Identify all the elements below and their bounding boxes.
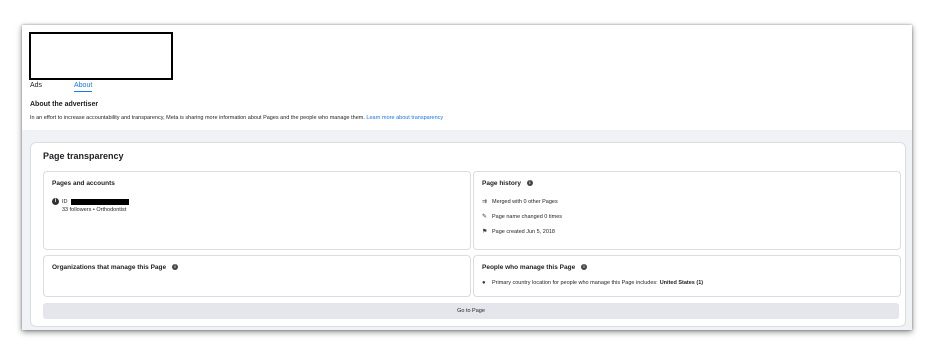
header-section: Ads About About the advertiser In an eff… (22, 25, 912, 130)
ad-library-window: Ads About About the advertiser In an eff… (22, 25, 912, 330)
about-title: About the advertiser (30, 101, 99, 108)
info-circle-icon: i (52, 198, 59, 205)
page-id-label: ID (62, 198, 68, 205)
location-pin-icon: ● (482, 280, 486, 286)
page-history-panel: Page history i ⇉ Merged with 0 other Pag… (473, 171, 901, 250)
pages-accounts-panel: Pages and accounts i ID 33 followers • O… (43, 171, 471, 250)
redacted-page-id (70, 198, 129, 205)
redacted-page-name (29, 32, 173, 80)
pages-accounts-title: Pages and accounts (52, 180, 115, 187)
tab-about[interactable]: About (74, 82, 93, 92)
flag-icon: ⚑ (482, 229, 488, 235)
people-panel: People who manage this Page i ● Primary … (473, 255, 901, 297)
people-location-value: United States (1) (659, 280, 704, 286)
about-description-text: In an effort to increase accountability … (30, 115, 365, 121)
people-title-row: People who manage this Page i (482, 264, 588, 271)
page-transparency-card: Page transparency Pages and accounts i I… (30, 142, 906, 327)
page-history-title: Page history (482, 180, 522, 187)
page-transparency-title: Page transparency (43, 151, 124, 161)
go-to-page-button[interactable]: Go to Page (43, 303, 899, 319)
page-id-row: i ID (52, 198, 129, 205)
info-icon[interactable]: i (526, 180, 533, 186)
history-merged-text: Merged with 0 other Pages (492, 198, 558, 205)
people-title: People who manage this Page (482, 264, 576, 271)
history-item-merged: ⇉ Merged with 0 other Pages (482, 198, 558, 206)
info-icon[interactable]: i (171, 264, 178, 270)
people-location-row: ● Primary country location for people wh… (482, 280, 703, 286)
people-location-prefix: Primary country location for people who … (492, 280, 658, 286)
history-item-created: ⚑ Page created Jun 5, 2018 (482, 228, 555, 236)
about-description: In an effort to increase accountability … (30, 115, 443, 121)
history-name-changed-text: Page name changed 0 times (492, 213, 563, 220)
tab-ads[interactable]: Ads (30, 82, 42, 89)
merge-icon: ⇉ (482, 199, 488, 205)
info-icon[interactable]: i (581, 264, 588, 270)
organizations-panel: Organizations that manage this Page i (43, 255, 471, 297)
history-item-name-changed: ✎ Page name changed 0 times (482, 213, 563, 221)
page-history-title-row: Page history i (482, 180, 533, 187)
organizations-title-row: Organizations that manage this Page i (52, 264, 178, 271)
edit-icon: ✎ (482, 214, 488, 220)
organizations-title: Organizations that manage this Page (52, 264, 167, 271)
learn-more-link[interactable]: Learn more about transparency (366, 115, 443, 121)
followers-text: 33 followers • Orthodontist (62, 207, 127, 213)
history-created-text: Page created Jun 5, 2018 (492, 228, 555, 235)
